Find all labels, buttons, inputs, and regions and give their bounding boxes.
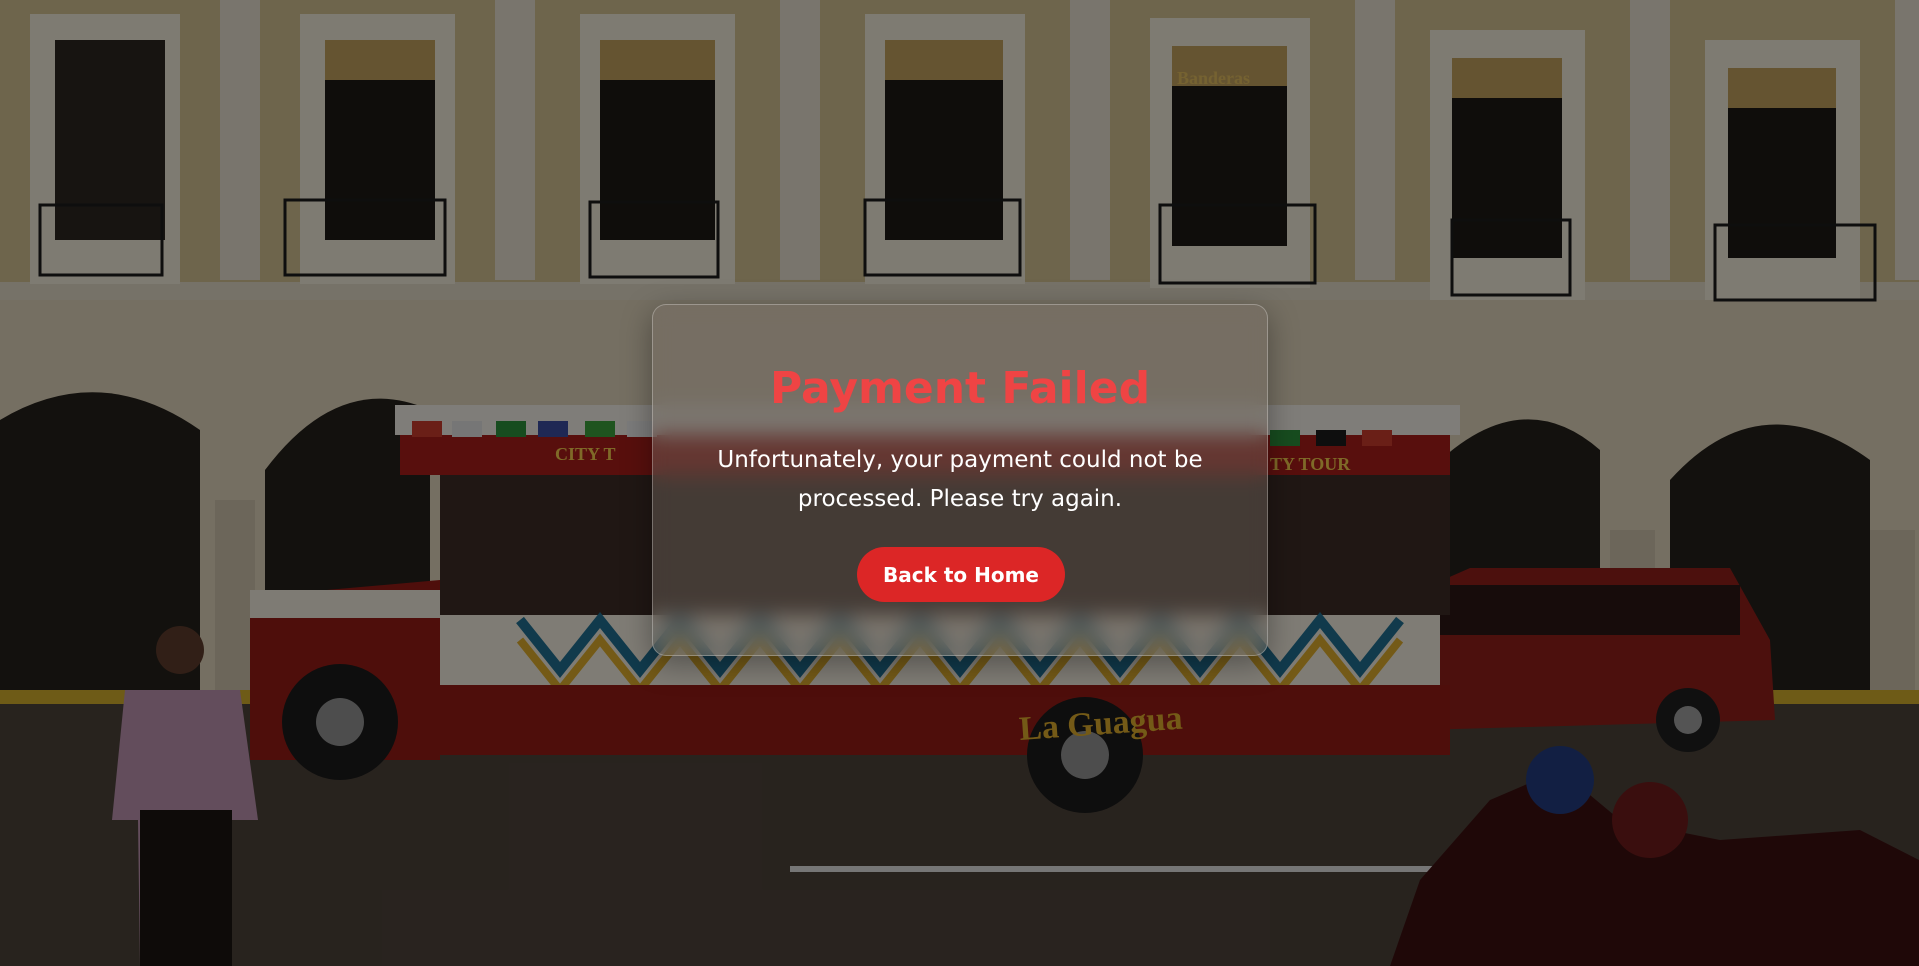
- payment-failed-dialog: Payment Failed Unfortunately, your payme…: [652, 304, 1268, 656]
- dialog-title: Payment Failed: [769, 363, 1151, 414]
- back-to-home-button[interactable]: Back to Home: [857, 547, 1065, 602]
- dialog-message: Unfortunately, your payment could not be…: [717, 447, 1203, 512]
